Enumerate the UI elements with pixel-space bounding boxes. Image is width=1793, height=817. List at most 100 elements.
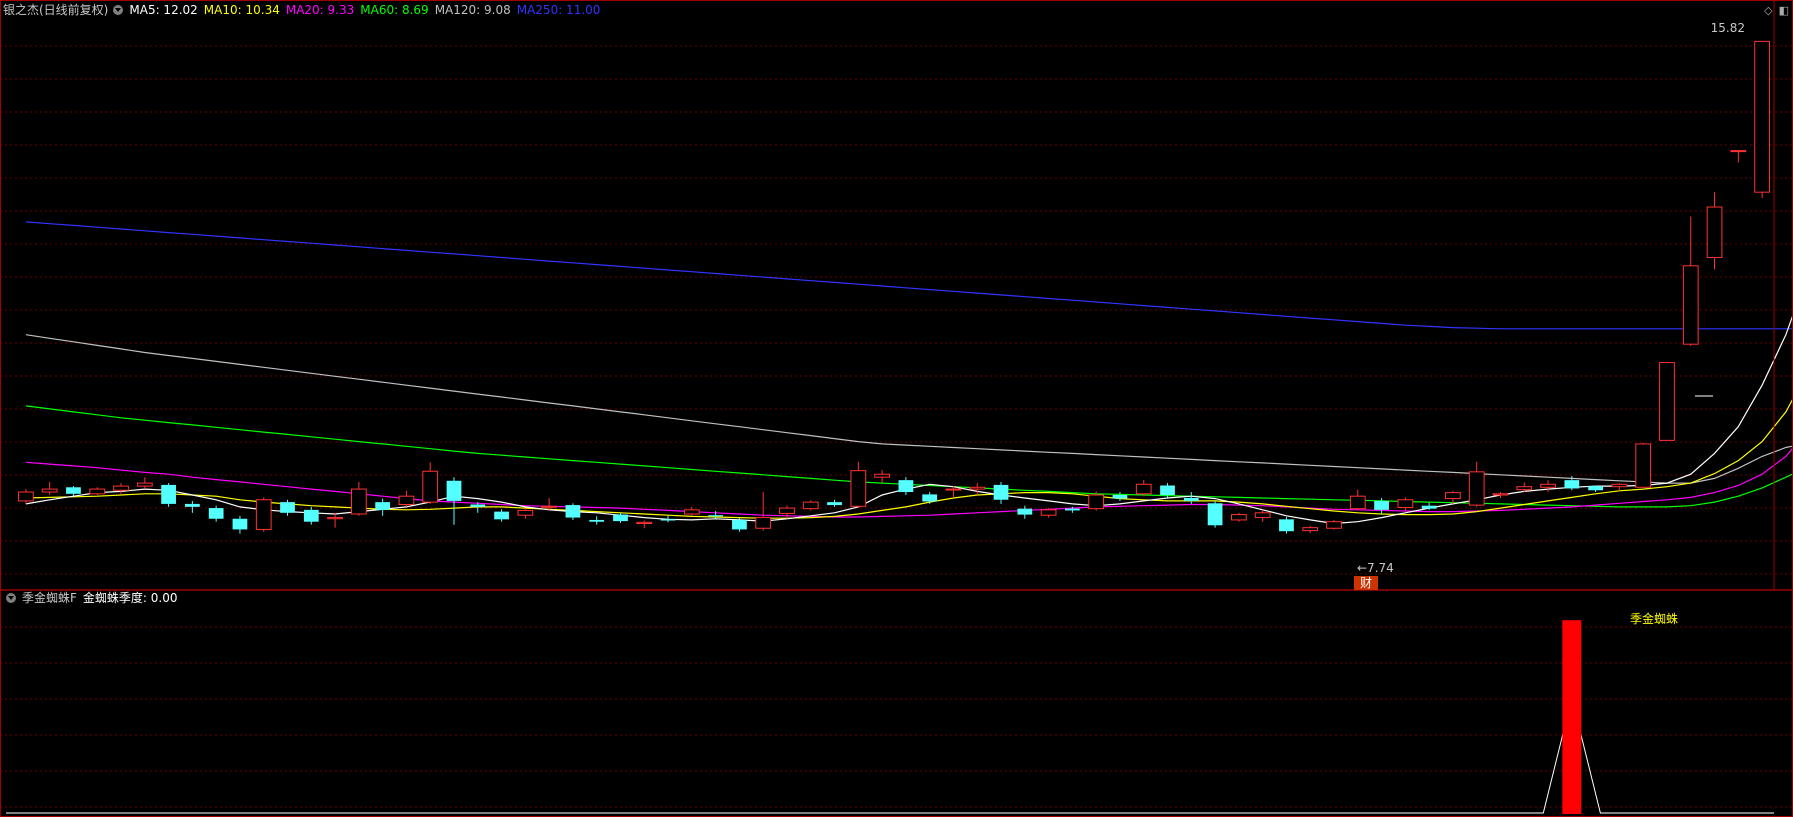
candle xyxy=(1017,505,1033,519)
candle xyxy=(1349,489,1366,511)
candle-body xyxy=(327,517,343,520)
candle xyxy=(136,477,153,490)
top-right-icons: ◇ ◧ xyxy=(1758,4,1789,17)
candle-body xyxy=(1088,494,1105,510)
candle-body xyxy=(1183,497,1199,501)
candle xyxy=(1635,442,1652,488)
candle xyxy=(1611,483,1628,491)
price-low-label: ←7.74 xyxy=(1357,561,1394,575)
candle-body xyxy=(945,488,962,491)
candle-body xyxy=(517,509,534,516)
candle-body xyxy=(1659,362,1675,441)
candle-body xyxy=(1397,499,1414,508)
candle xyxy=(589,516,605,525)
candle xyxy=(1468,461,1485,507)
candle-body xyxy=(1230,514,1247,521)
candle xyxy=(185,500,200,513)
candle-body xyxy=(1635,443,1652,488)
candle-body xyxy=(494,511,509,520)
candle xyxy=(636,520,653,529)
candle-body xyxy=(470,504,486,507)
ma-legend-item: MA120: 9.08 xyxy=(434,3,511,17)
candle-body xyxy=(1611,483,1628,488)
candle-body xyxy=(755,517,772,529)
candle xyxy=(327,512,343,528)
candle xyxy=(18,489,34,504)
candle xyxy=(898,477,914,495)
candle-body xyxy=(66,487,81,494)
candle-body xyxy=(350,488,367,515)
candle xyxy=(1040,508,1057,518)
candle xyxy=(1279,516,1294,534)
candle xyxy=(1730,150,1747,163)
indicator-line xyxy=(6,697,1774,814)
signal-bar xyxy=(1562,620,1582,814)
candle-body xyxy=(1349,495,1366,510)
legend-dropdown-icon[interactable] xyxy=(113,5,124,15)
sub-legend-dropdown-icon[interactable] xyxy=(6,593,16,603)
candle xyxy=(1326,519,1342,530)
candle xyxy=(802,500,819,511)
candle-body xyxy=(1564,480,1580,489)
candle-body xyxy=(1040,509,1057,516)
candle xyxy=(1135,480,1152,497)
candle xyxy=(350,481,367,516)
candle-body xyxy=(303,509,319,522)
candle xyxy=(1706,192,1723,270)
diamond-icon[interactable]: ◇ xyxy=(1764,4,1772,17)
candle-body xyxy=(113,485,129,491)
main-panel-grid xyxy=(0,45,1793,575)
candle-body xyxy=(280,502,295,513)
moving-average-lines xyxy=(25,221,1793,525)
sub-panel-grid xyxy=(0,626,1793,808)
ma-legend-item: MA20: 9.33 xyxy=(285,3,355,17)
event-marker[interactable]: 财 xyxy=(1360,576,1372,590)
ma250-line xyxy=(25,221,1793,330)
ma-legend-item: MA5: 12.02 xyxy=(129,3,198,17)
candle-body xyxy=(779,507,795,514)
candle-body xyxy=(1065,508,1080,511)
ma-legend-item: MA250: 11.00 xyxy=(516,3,601,17)
candle xyxy=(1302,525,1319,533)
candle-body xyxy=(1160,485,1175,495)
candle-body xyxy=(1302,527,1319,532)
candle-body xyxy=(136,482,153,487)
candle xyxy=(375,498,391,516)
candle xyxy=(1112,492,1128,501)
candle xyxy=(1207,500,1223,528)
candle xyxy=(969,483,986,495)
candle xyxy=(1588,485,1603,493)
candle-body xyxy=(993,484,1009,500)
candle-body xyxy=(732,519,747,530)
candle-body xyxy=(1421,505,1437,509)
candle-body xyxy=(89,488,106,495)
candle xyxy=(446,477,462,525)
candle xyxy=(398,490,415,507)
candle-body xyxy=(1682,265,1699,345)
candle-body xyxy=(422,470,439,503)
candle-body xyxy=(683,509,700,515)
candle xyxy=(1659,362,1675,441)
candle-body xyxy=(874,473,890,478)
candle-body xyxy=(18,491,34,502)
candle-body xyxy=(613,514,628,522)
candle xyxy=(922,492,938,504)
candle-body xyxy=(1468,471,1485,506)
candle-body xyxy=(232,518,248,530)
candle xyxy=(1445,490,1461,504)
candle xyxy=(1682,216,1699,346)
candle-body xyxy=(1588,486,1603,491)
candle-body xyxy=(1112,495,1128,499)
candle xyxy=(1230,512,1247,522)
ma-legend-item: MA60: 8.69 xyxy=(360,3,429,17)
candle-body xyxy=(565,505,581,518)
sub-legend: 季金蜘蛛F 金蜘蛛季度: 0.00 xyxy=(3,590,183,606)
candle-body xyxy=(1207,503,1223,526)
candle xyxy=(66,486,81,497)
indicator-series-label: 季金蜘蛛 xyxy=(1630,611,1678,626)
candle xyxy=(565,503,581,520)
candle xyxy=(1492,492,1509,498)
candle-body xyxy=(1445,492,1461,500)
window-icon[interactable]: ◧ xyxy=(1779,4,1789,17)
ma-legend-items: MA5: 12.02 MA10: 10.34 MA20: 9.33 MA60: 8.6… xyxy=(129,3,606,17)
